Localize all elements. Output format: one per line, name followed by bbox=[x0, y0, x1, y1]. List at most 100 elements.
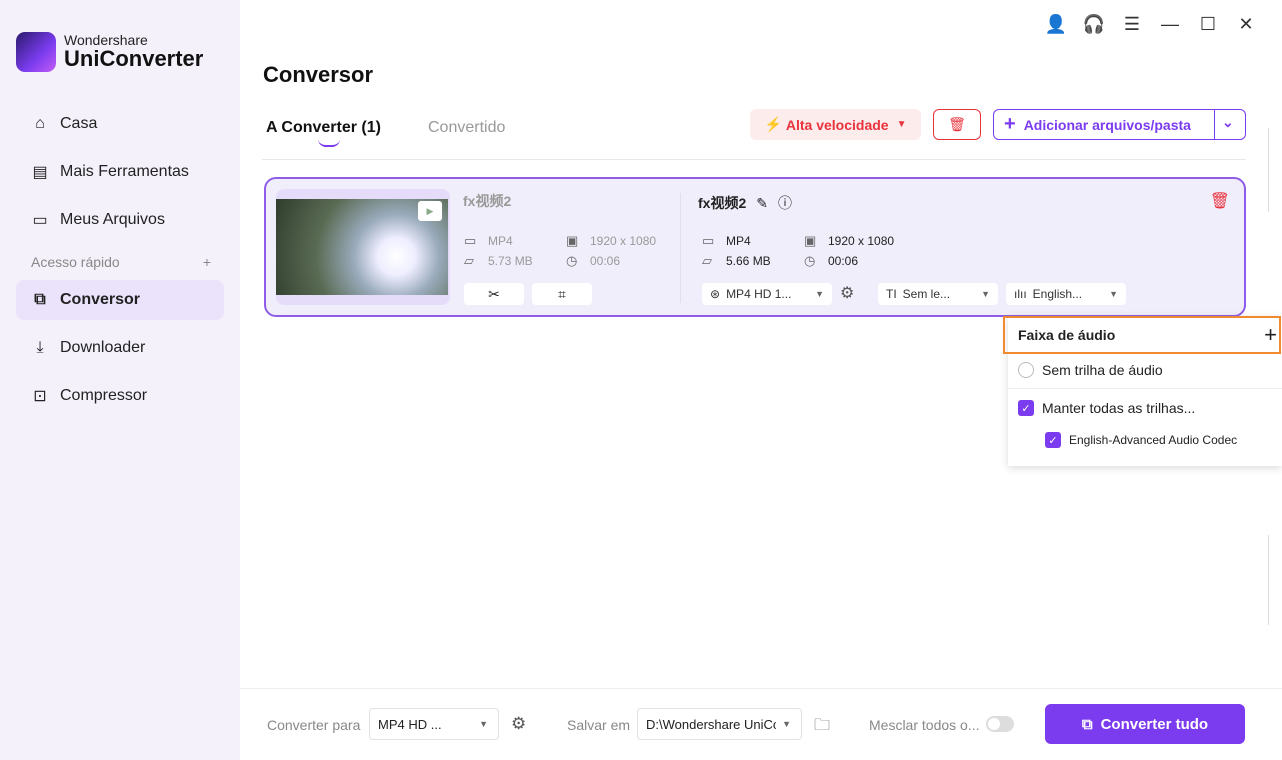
target-format: MP4 bbox=[726, 234, 751, 248]
video-icon: ▭ bbox=[464, 233, 477, 248]
add-files-label: Adicionar arquivos/pasta bbox=[1023, 116, 1191, 133]
source-size: 5.73 MB bbox=[488, 254, 533, 268]
sidebar-item-mais-ferramentas[interactable]: ▤ Mais Ferramentas bbox=[16, 152, 224, 192]
file-card[interactable]: ▶ fx视频2 ▭ MP4 ▱ 5.73 MB ▣ 1920 x 1080 ◷ 00:0… bbox=[264, 177, 1246, 317]
chevron-down-icon: ▼ bbox=[479, 719, 488, 729]
film-icon: ⊛ bbox=[710, 287, 721, 301]
checkbox-checked[interactable]: ✓ bbox=[1018, 400, 1034, 416]
sidebar-item-conversor[interactable]: ⧉ Conversor bbox=[16, 280, 224, 320]
play-icon[interactable]: ▶ bbox=[418, 201, 442, 221]
audio-popup-title: Faixa de áudio bbox=[1018, 327, 1116, 343]
convert-to-select[interactable]: MP4 HD ... ▼ bbox=[369, 708, 499, 740]
option-keep-all-tracks[interactable]: ✓ Manter todas as trilhas... bbox=[1018, 400, 1195, 416]
background-window-edge bbox=[1268, 535, 1269, 625]
convert-to-value: MP4 HD ... bbox=[378, 716, 442, 732]
radio-button[interactable] bbox=[1018, 362, 1034, 378]
delete-file-icon[interactable]: 🗑 bbox=[1210, 191, 1230, 211]
window-controls: 👤 🎧 ☰ — ☐ ✕ bbox=[1045, 12, 1256, 36]
resolution-icon: ▣ bbox=[804, 233, 817, 248]
bottom-bar: Converter para MP4 HD ... ▼ ⚙ Salvar em D… bbox=[240, 688, 1282, 760]
audio-popup-header: Faixa de áudio + bbox=[1003, 316, 1281, 354]
target-resolution: 1920 x 1080 bbox=[828, 234, 895, 248]
headset-icon[interactable]: 🎧 bbox=[1083, 12, 1105, 36]
convert-to-label: Converter para bbox=[267, 717, 361, 733]
maximize-icon[interactable]: ☐ bbox=[1198, 12, 1218, 36]
chevron-down-icon: ▼ bbox=[815, 289, 824, 299]
high-speed-button[interactable]: ⚡ Alta velocidade ▼ bbox=[750, 109, 921, 140]
convert-icon: ⧉ bbox=[1081, 715, 1093, 733]
convert-all-button[interactable]: ⧉ Converter tudo bbox=[1045, 704, 1245, 744]
divider bbox=[262, 159, 1246, 160]
save-path-select[interactable]: D:\Wondershare UniCo ▼ bbox=[637, 708, 802, 740]
trim-button[interactable]: ✂ bbox=[464, 283, 524, 305]
crop-icon: ⌗ bbox=[558, 285, 566, 302]
quick-access-header: Acesso rápido + bbox=[31, 254, 211, 270]
edit-icon[interactable]: ✎ bbox=[756, 195, 768, 212]
subtitle-value: Sem le... bbox=[902, 287, 951, 301]
output-format-value: MP4 HD 1... bbox=[726, 287, 792, 301]
settings-icon[interactable]: ⚙ bbox=[840, 283, 854, 303]
add-files-button[interactable]: + Adicionar arquivos/pasta ⌄ bbox=[993, 109, 1246, 140]
source-resolution: 1920 x 1080 bbox=[590, 234, 657, 248]
option-label: Sem trilha de áudio bbox=[1042, 362, 1163, 378]
sidebar-item-label: Meus Arquivos bbox=[60, 211, 165, 228]
close-icon[interactable]: ✕ bbox=[1236, 12, 1256, 36]
sidebar: Wondershare UniConverter ⌂ Casa ▤ Mais Ferr… bbox=[0, 0, 240, 760]
checkbox-checked[interactable]: ✓ bbox=[1045, 432, 1061, 448]
sidebar-item-label: Downloader bbox=[60, 339, 146, 356]
page-title: Conversor bbox=[263, 62, 374, 87]
source-duration: 00:06 bbox=[590, 254, 621, 268]
folder-icon[interactable]: 🗀 bbox=[814, 714, 830, 741]
output-format-select[interactable]: ⊛ MP4 HD 1... ▼ bbox=[702, 283, 832, 305]
sidebar-item-compressor[interactable]: ⊡ Compressor bbox=[16, 376, 224, 416]
plus-icon: + bbox=[1004, 113, 1016, 135]
merge-toggle[interactable] bbox=[986, 716, 1014, 732]
option-english-aac[interactable]: ✓ English-Advanced Audio Codec bbox=[1045, 432, 1237, 448]
folder-icon: ▱ bbox=[464, 253, 474, 268]
text-icon: TI bbox=[886, 287, 897, 301]
sidebar-item-meus-arquivos[interactable]: ▭ Meus Arquivos bbox=[16, 200, 224, 240]
option-no-audio[interactable]: Sem trilha de áudio bbox=[1018, 362, 1163, 378]
bolt-icon: ⚡ bbox=[764, 116, 786, 132]
logo: Wondershare UniConverter bbox=[16, 32, 203, 72]
toolbox-icon: ▤ bbox=[32, 164, 48, 181]
chevron-down-icon: ▼ bbox=[896, 119, 907, 130]
compress-icon: ⊡ bbox=[33, 388, 47, 405]
sidebar-item-downloader[interactable]: ⤓ Downloader bbox=[16, 328, 224, 368]
high-speed-label: Alta velocidade bbox=[785, 116, 889, 133]
avatar-icon[interactable]: 👤 bbox=[1045, 12, 1067, 36]
minimize-icon[interactable]: — bbox=[1160, 12, 1180, 36]
info-icon[interactable]: ⓘ bbox=[778, 193, 792, 213]
delete-all-button[interactable]: 🗑 bbox=[933, 109, 981, 140]
add-quick-access-icon[interactable]: + bbox=[203, 254, 211, 270]
audio-track-select[interactable]: ılıı English... ▼ bbox=[1006, 283, 1126, 305]
video-icon: ▭ bbox=[702, 233, 715, 248]
sidebar-item-casa[interactable]: ⌂ Casa bbox=[16, 104, 224, 144]
file-icon: ▭ bbox=[32, 212, 48, 229]
add-audio-icon[interactable]: + bbox=[1264, 322, 1277, 348]
video-thumbnail[interactable]: ▶ bbox=[276, 189, 450, 305]
subtitle-select[interactable]: TI Sem le... ▼ bbox=[878, 283, 998, 305]
converter-icon: ⧉ bbox=[34, 291, 46, 308]
settings-icon[interactable]: ⚙ bbox=[511, 714, 526, 734]
folder-icon: ▱ bbox=[702, 253, 712, 268]
menu-icon[interactable]: ☰ bbox=[1122, 12, 1142, 36]
source-file-name: fx视频2 bbox=[463, 193, 512, 209]
sidebar-item-label: Conversor bbox=[60, 291, 141, 308]
quick-access-label: Acesso rápido bbox=[31, 254, 120, 270]
tab-convertido[interactable]: Convertido bbox=[428, 119, 505, 137]
home-icon: ⌂ bbox=[35, 115, 45, 132]
logo-icon bbox=[16, 32, 56, 72]
resolution-icon: ▣ bbox=[566, 233, 579, 248]
tab-a-converter[interactable]: A Converter (1) bbox=[266, 119, 381, 147]
save-path-value: D:\Wondershare UniCo bbox=[646, 716, 776, 732]
chevron-down-icon[interactable]: ⌄ bbox=[1222, 114, 1234, 131]
trash-icon: 🗑 bbox=[948, 116, 966, 132]
target-size: 5.66 MB bbox=[726, 254, 771, 268]
save-to-label: Salvar em bbox=[567, 717, 631, 733]
source-format: MP4 bbox=[488, 234, 513, 248]
merge-label: Mesclar todos o... bbox=[869, 717, 980, 733]
target-file-name: fx视频2 bbox=[698, 195, 747, 211]
chevron-down-icon: ▼ bbox=[981, 289, 990, 299]
crop-button[interactable]: ⌗ bbox=[532, 283, 592, 305]
